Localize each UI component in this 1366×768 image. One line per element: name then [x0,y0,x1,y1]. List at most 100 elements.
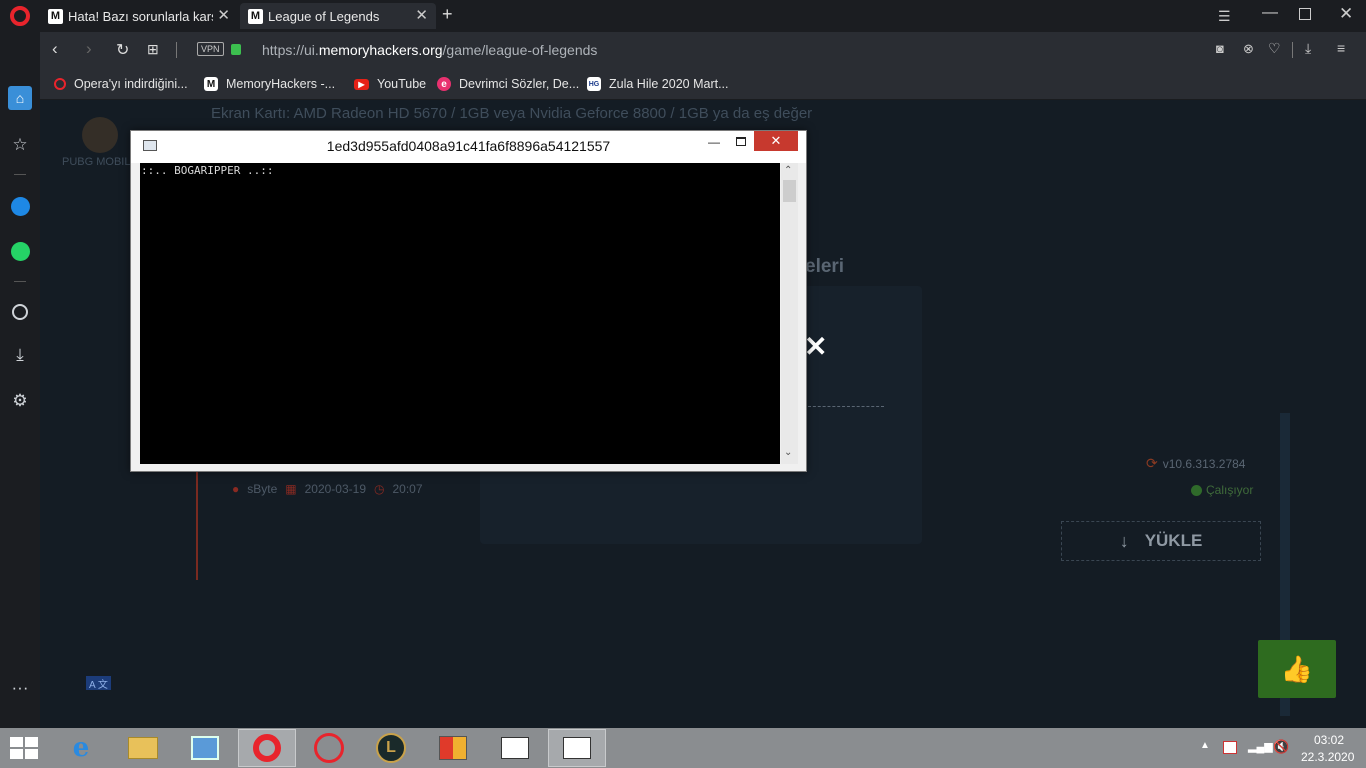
clock-time[interactable]: 03:02 [1314,733,1344,747]
bookmark-label: Devrimci Sözler, De... [459,77,580,91]
status-info: Çalışıyor [1191,483,1253,497]
console-title-bar[interactable]: 1ed3d955afd0408a91c41fa6f8896a54121557 —… [131,131,806,163]
post-author[interactable]: sByte [247,482,277,496]
bookmark-youtube[interactable]: ▶ YouTube [354,74,426,94]
post-date: 2020-03-19 [304,482,366,496]
requirements-text: Ekran Kartı: AMD Radeon HD 5670 / 1GB ve… [211,105,813,122]
messenger-icon[interactable] [8,194,32,218]
console-taskbar-icon[interactable] [486,729,544,767]
tab-menu-icon[interactable]: ☰ [1218,8,1231,25]
back-icon[interactable]: ‹ [52,39,58,59]
refresh-icon: ⟳ [1146,455,1158,471]
bookmark-opera[interactable]: Opera'yı indirdiğini... [54,74,188,94]
close-tab-icon[interactable]: ✕ [217,6,230,24]
scroll-thumb[interactable] [783,180,796,202]
version-text: v10.6.313.2784 [1162,456,1246,471]
thumbs-up-icon: 👍 [1280,653,1314,684]
bookmark-memoryhackers[interactable]: M MemoryHackers -... [204,74,335,94]
new-tab-button[interactable]: + [442,4,453,25]
youtube-icon: ▶ [354,78,369,90]
bookmark-label: Opera'yı indirdiğini... [74,77,188,91]
tab-bar: M Hata! Bazı sorunlarla karşıla ✕ M Leag… [0,0,1366,32]
snapshot-camera-icon[interactable]: ◙ [1216,41,1224,56]
home-icon[interactable]: ⌂ [8,86,32,110]
tab-label: Hata! Bazı sorunlarla karşıla [68,8,213,24]
app-taskbar-icon[interactable] [424,729,482,767]
arrow-down-icon: ↓ [1119,530,1129,551]
version-info: ⟳ v10.6.313.2784 [1146,455,1245,472]
opera-taskbar-icon[interactable] [238,729,296,767]
bookmark-zula[interactable]: HG Zula Hile 2020 Mart... [587,74,729,94]
internet-explorer-icon[interactable]: e [52,729,110,767]
close-icon[interactable]: ✕ [804,330,827,363]
console-taskbar-icon-active[interactable] [548,729,606,767]
tab-league-of-legends[interactable]: M League of Legends ✕ [240,3,436,29]
like-button[interactable]: 👍 [1258,640,1336,698]
section-heading: eleri [805,256,845,277]
game-label[interactable]: PUBG MOBIL [62,156,130,168]
close-tab-icon[interactable]: ✕ [415,6,428,24]
star-icon[interactable]: ☆ [8,133,32,157]
league-of-legends-taskbar-icon[interactable]: L [362,729,420,767]
url-field[interactable]: https://ui.memoryhackers.org/game/league… [262,42,597,58]
download-icon[interactable]: ⤓ [8,343,32,367]
opera-sidebar: ⌂ ☆ ⤓ ⚙ ··· [0,32,40,728]
tab-error[interactable]: M Hata! Bazı sorunlarla karşıla ✕ [40,3,238,29]
lock-icon[interactable] [231,44,241,55]
console-scrollbar[interactable]: ⌃ ⌄ [781,163,798,464]
taskbar: e L ▲ ▂▄▆ 🔇 03:02 22.3.2020 [0,728,1366,768]
console-minimize-icon[interactable]: — [708,135,720,149]
heart-icon[interactable]: ♡ [1268,40,1281,57]
game-thumbnail[interactable] [82,117,118,153]
opera-gx-taskbar-icon[interactable] [300,729,358,767]
user-icon: ● [232,482,240,496]
volume-muted-icon[interactable]: 🔇 [1273,739,1289,755]
console-close-button[interactable]: ✕ [754,131,798,151]
bookmarks-bar: Opera'yı indirdiğini... M MemoryHackers … [40,68,1366,100]
vpn-badge[interactable]: VPN [197,42,224,56]
post-time: 20:07 [392,482,423,496]
url-prefix: https://ui. [262,42,319,58]
network-warning-icon[interactable] [1223,741,1237,754]
settings-gear-icon[interactable]: ⚙ [8,389,32,413]
bookmark-devrimci[interactable]: e Devrimci Sözler, De... [437,74,579,94]
more-icon[interactable]: ··· [8,676,32,700]
tray-chevron-icon[interactable]: ▲ [1200,740,1210,751]
calendar-icon: ▦ [285,482,297,496]
file-explorer-icon[interactable] [114,729,172,767]
download-button[interactable]: ↓ YÜKLE [1061,521,1261,561]
minimize-icon[interactable]: — [1262,4,1278,22]
memoryhackers-icon: M [204,77,218,91]
speed-dial-icon[interactable]: ⊞ [147,41,159,58]
whatsapp-icon[interactable] [8,239,32,263]
clock-date[interactable]: 22.3.2020 [1301,750,1354,764]
bookmark-label: YouTube [377,77,427,91]
restore-icon[interactable] [1299,8,1311,20]
timeline-line [196,472,198,580]
divider [1292,42,1293,58]
opera-logo-icon[interactable] [10,6,30,26]
devrimci-icon: e [437,77,451,91]
download-icon[interactable]: ⤓ [1305,40,1311,57]
download-label: YÜKLE [1144,531,1203,550]
start-windows-icon[interactable] [10,737,38,759]
reload-icon[interactable]: ↻ [116,40,129,60]
scroll-down-icon[interactable]: ⌄ [784,447,792,458]
console-maximize-icon[interactable] [736,137,746,146]
dashed-divider [808,406,884,407]
scroll-up-icon[interactable]: ⌃ [784,165,792,176]
translate-badge[interactable]: A 文 [86,676,111,691]
history-clock-icon[interactable] [8,300,32,324]
bookmark-label: Zula Hile 2020 Mart... [609,77,729,91]
easy-setup-icon[interactable]: ≡ [1337,40,1345,56]
adblock-icon[interactable]: ⊗ [1243,41,1254,57]
url-host: memoryhackers.org [318,42,443,58]
signal-icon[interactable]: ▂▄▆ [1248,740,1273,753]
zula-icon: HG [587,77,601,91]
close-window-icon[interactable]: ✕ [1339,4,1353,24]
forward-icon[interactable]: › [86,39,92,59]
bookmark-label: MemoryHackers -... [226,77,336,91]
console-output[interactable]: ::.. BOGARIPPER ..:: [140,163,780,464]
console-title: 1ed3d955afd0408a91c41fa6f8896a54121557 [326,138,611,154]
control-panel-icon[interactable] [176,729,234,767]
